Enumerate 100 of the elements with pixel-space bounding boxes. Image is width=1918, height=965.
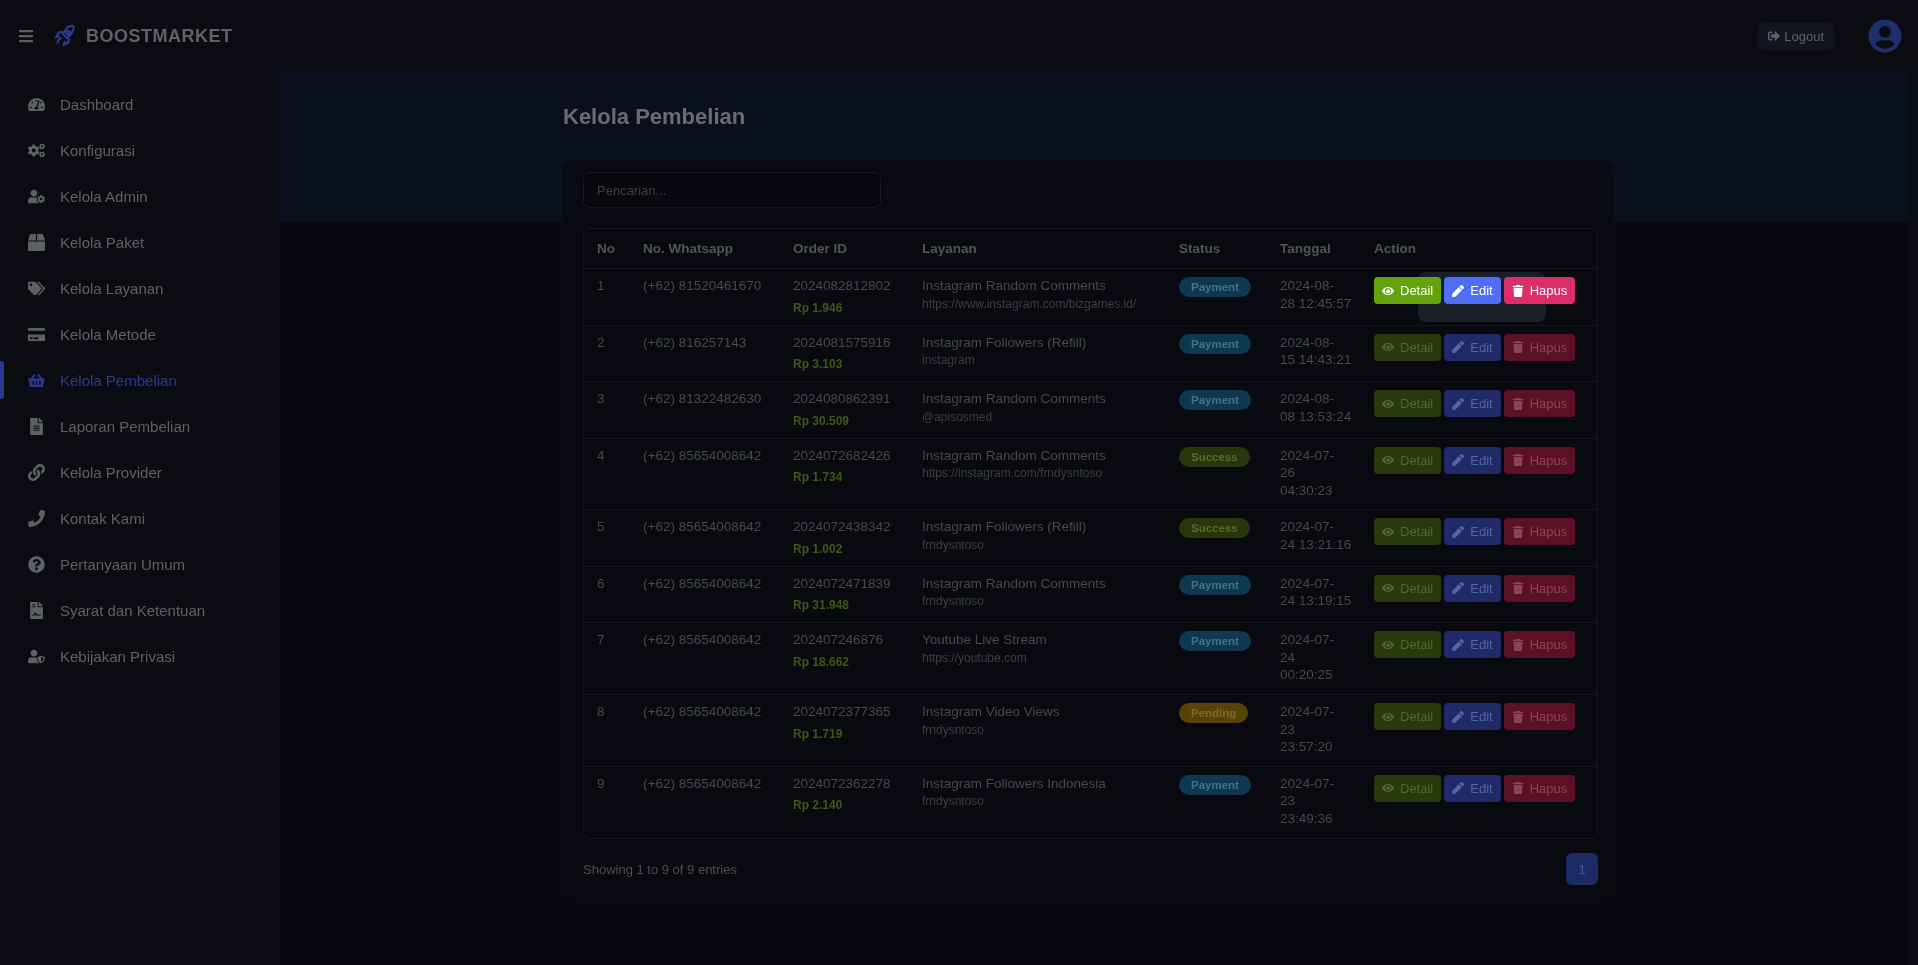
order-date: 2024-08- 28 12:45:57 — [1280, 277, 1353, 313]
sidebar-item[interactable]: Dashboard — [0, 81, 280, 127]
edit-button[interactable]: Edit — [1444, 518, 1501, 546]
whatsapp-number: (+62) 85654008642 — [643, 518, 763, 536]
order-date: 2024-08- 08 13:53:24 — [1280, 390, 1353, 426]
pencil-icon — [1452, 397, 1465, 410]
order-date: 2024-07- 24 13:19:15 — [1280, 574, 1353, 610]
service-name: Instagram Followers Indonesia — [922, 774, 1107, 793]
whatsapp-number: (+62) 81322482630 — [643, 390, 763, 408]
order-date: 2024-07- 23 23:57:20 — [1280, 703, 1336, 756]
order-id: 2024072362278 — [793, 774, 892, 793]
page-title: Kelola Pembelian — [563, 104, 747, 130]
sidebar-icon — [28, 95, 45, 113]
logout-icon — [1768, 30, 1781, 42]
sidebar-item[interactable]: Kelola Layanan — [0, 265, 280, 311]
hapus-button[interactable]: Hapus — [1503, 277, 1576, 304]
sidebar-icon — [28, 279, 45, 297]
sidebar-item[interactable]: Kontak Kami — [0, 495, 280, 541]
edit-button[interactable]: Edit — [1444, 390, 1501, 418]
edit-button[interactable]: Edit — [1444, 574, 1501, 602]
menu-icon[interactable] — [18, 28, 34, 44]
sidebar-icon — [28, 509, 45, 527]
pencil-icon — [1452, 454, 1465, 467]
sidebar-item[interactable]: Konfigurasi — [0, 127, 280, 173]
pencil-icon — [1452, 525, 1465, 538]
pencil-icon — [1452, 582, 1465, 595]
brand-name: BOOSTMARKET — [86, 25, 233, 47]
sidebar-item[interactable]: Laporan Pembelian — [0, 403, 280, 449]
edit-button[interactable]: Edit — [1444, 446, 1501, 474]
column-header: No — [584, 229, 630, 269]
edit-button[interactable]: Edit — [1444, 277, 1501, 304]
edit-button[interactable]: Edit — [1444, 631, 1501, 659]
sidebar-item[interactable]: Pertanyaan Umum — [0, 541, 280, 587]
whatsapp-number: (+62) 85654008642 — [643, 574, 763, 593]
trash-icon — [1511, 525, 1524, 538]
order-id: 2024072438342 — [793, 518, 892, 536]
sidebar-icon — [28, 325, 45, 343]
eye-icon — [1382, 341, 1394, 354]
sidebar-icon — [28, 187, 45, 205]
edit-button[interactable]: Edit — [1444, 774, 1501, 802]
service-name: Instagram Random Comments — [922, 574, 1107, 593]
trash-icon — [1511, 397, 1524, 410]
order-date: 2024-07- 26 04:30:23 — [1280, 446, 1336, 500]
service-name: Instagram Random Comments — [922, 277, 1107, 295]
column-header: Action — [1361, 229, 1597, 269]
pencil-icon — [1452, 284, 1465, 297]
order-price: Rp 30.509 — [793, 413, 851, 428]
trash-icon — [1511, 284, 1524, 297]
trash-icon — [1511, 341, 1524, 354]
sidebar-item[interactable]: Kebijakan Privasi — [0, 633, 280, 679]
detail-button[interactable]: Detail — [1374, 277, 1442, 304]
sidebar-icon — [28, 233, 45, 251]
column-header: Status — [1166, 229, 1267, 269]
row-number: 9 — [597, 774, 606, 793]
sidebar-icon — [28, 647, 45, 665]
sidebar-icon — [28, 601, 45, 619]
order-price: Rp 1.946 — [793, 300, 844, 315]
trash-icon — [1511, 582, 1524, 595]
sidebar-item[interactable]: Kelola Provider — [0, 449, 280, 495]
sidebar-icon — [28, 417, 45, 435]
column-header: No. Whatsapp — [630, 229, 780, 269]
avatar-icon[interactable] — [1868, 19, 1902, 53]
rocket-logo-icon — [52, 23, 78, 49]
trash-icon — [1511, 782, 1524, 795]
eye-icon — [1382, 782, 1394, 795]
service-name: Instagram Followers (Refill) — [922, 518, 1088, 536]
sidebar-item[interactable]: Kelola Admin — [0, 173, 280, 219]
eye-icon — [1382, 284, 1394, 297]
trash-icon — [1511, 638, 1524, 651]
sidebar-item[interactable]: Kelola Pembelian — [0, 357, 280, 403]
row-number: 2 — [597, 333, 606, 352]
sidebar-item[interactable]: Kelola Metode — [0, 311, 280, 357]
edit-button[interactable]: Edit — [1444, 333, 1501, 361]
row-number: 6 — [597, 574, 606, 593]
sidebar-item[interactable]: Kelola Paket — [0, 219, 280, 265]
sidebar-icon — [28, 463, 45, 481]
column-header: Layanan — [909, 229, 1166, 269]
service-name: Instagram Video Views — [922, 703, 1061, 721]
service-name: Youtube Live Stream — [922, 631, 1048, 649]
service-name: Instagram Random Comments — [922, 446, 1107, 465]
edit-button[interactable]: Edit — [1444, 703, 1501, 730]
whatsapp-number: (+62) 85654008642 — [643, 631, 763, 649]
status-badge: Payment — [1179, 631, 1251, 652]
eye-icon — [1382, 525, 1394, 538]
trash-icon — [1511, 454, 1524, 467]
sidebar-item[interactable]: Syarat dan Ketentuan — [0, 587, 280, 633]
pencil-icon — [1452, 710, 1465, 723]
order-id: 2024080862391 — [793, 390, 892, 408]
order-price: Rp 1.002 — [793, 541, 844, 556]
row-number: 7 — [597, 631, 606, 649]
order-date: 2024-07- 24 13:21:16 — [1280, 518, 1353, 554]
order-id: 2024072471839 — [793, 574, 892, 593]
order-id: 2024072377365 — [793, 703, 892, 721]
row-number: 8 — [597, 703, 606, 721]
order-price: Rp 2.140 — [793, 798, 844, 813]
order-price: Rp 1.734 — [793, 470, 844, 485]
logout-button[interactable]: Logout — [1758, 22, 1834, 50]
status-badge: Payment — [1179, 333, 1251, 354]
sidebar-icon — [28, 555, 45, 573]
eye-icon — [1382, 454, 1394, 467]
